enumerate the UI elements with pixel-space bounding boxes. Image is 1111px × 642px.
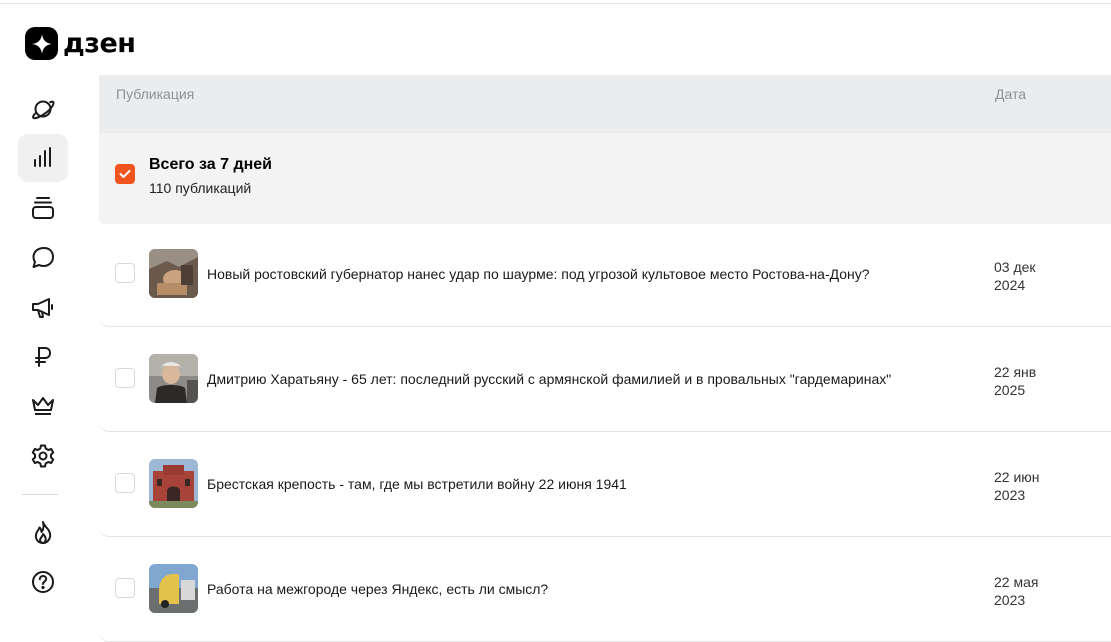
table-row[interactable]: Брестская крепость - там, где мы встрети… xyxy=(99,434,1111,537)
sidebar xyxy=(0,84,86,599)
date-year: 2024 xyxy=(994,277,1026,293)
publication-title[interactable]: Брестская крепость - там, где мы встрети… xyxy=(207,476,627,492)
date-day-month: 03 дек xyxy=(994,259,1036,275)
table-row[interactable]: Новый ростовский губернатор нанес удар п… xyxy=(99,224,1111,327)
publication-thumbnail[interactable] xyxy=(149,564,198,613)
nav-premium[interactable] xyxy=(18,382,68,430)
date-year: 2025 xyxy=(994,382,1026,398)
stats-icon xyxy=(34,147,51,167)
ruble-icon xyxy=(35,347,52,367)
nav-statistics[interactable] xyxy=(18,134,68,182)
row-checkbox[interactable] xyxy=(115,263,135,283)
date-day-month: 22 янв xyxy=(994,364,1037,380)
date-day-month: 22 мая xyxy=(994,574,1039,590)
nav-monetization[interactable] xyxy=(18,333,68,381)
publication-title[interactable]: Новый ростовский губернатор нанес удар п… xyxy=(207,266,870,282)
date-day-month: 22 июн xyxy=(994,469,1040,485)
checkmark-icon xyxy=(119,170,131,178)
publication-date: 22 июн 2023 xyxy=(994,468,1040,504)
summary-count: 110 публикаций xyxy=(149,180,252,196)
column-header-date[interactable]: Дата xyxy=(995,86,1026,102)
nav-settings[interactable] xyxy=(18,432,68,480)
column-header-publication[interactable]: Публикация xyxy=(116,86,194,102)
dzen-star-icon xyxy=(25,27,58,60)
date-year: 2023 xyxy=(994,487,1026,503)
publication-thumbnail[interactable] xyxy=(149,249,198,298)
publication-thumbnail[interactable] xyxy=(149,459,198,508)
summary-title: Всего за 7 дней xyxy=(149,156,273,173)
crown-icon xyxy=(32,397,54,415)
publication-date: 03 дек 2024 xyxy=(994,258,1036,294)
summary-checkbox[interactable] xyxy=(115,164,135,184)
stack-icon xyxy=(32,197,54,219)
publication-title[interactable]: Работа на межгороде через Яндекс, есть л… xyxy=(207,581,548,597)
summary-row: Всего за 7 дней 110 публикаций xyxy=(99,133,1111,224)
publication-title[interactable]: Дмитрию Харатьяну - 65 лет: последний ру… xyxy=(207,371,891,387)
publications-table: Публикация Дата Всего за 7 дней 110 публ… xyxy=(99,75,1111,642)
nav-publications[interactable] xyxy=(18,184,68,232)
row-checkbox[interactable] xyxy=(115,473,135,493)
comment-icon xyxy=(32,247,54,268)
table-row[interactable]: Работа на межгороде через Яндекс, есть л… xyxy=(99,539,1111,642)
flame-icon xyxy=(34,521,52,544)
dzen-logo[interactable]: дзен xyxy=(25,27,136,60)
publication-date: 22 мая 2023 xyxy=(994,573,1038,609)
nav-trending[interactable] xyxy=(18,509,68,557)
nav-comments[interactable] xyxy=(18,234,68,282)
top-border xyxy=(0,3,1111,4)
nav-promotion[interactable] xyxy=(18,283,68,331)
sidebar-divider xyxy=(22,494,58,495)
date-year: 2023 xyxy=(994,592,1026,608)
table-header: Публикация Дата xyxy=(99,75,1111,133)
nav-planet[interactable] xyxy=(18,85,68,133)
logo-text: дзен xyxy=(63,28,136,59)
table-row[interactable]: Дмитрию Харатьяну - 65 лет: последний ру… xyxy=(99,329,1111,432)
megaphone-icon xyxy=(32,298,53,318)
help-icon xyxy=(32,571,54,593)
row-checkbox[interactable] xyxy=(115,368,135,388)
publication-thumbnail[interactable] xyxy=(149,354,198,403)
publication-date: 22 янв 2025 xyxy=(994,363,1036,399)
planet-icon xyxy=(32,100,55,120)
row-checkbox[interactable] xyxy=(115,578,135,598)
gear-icon xyxy=(31,444,55,468)
